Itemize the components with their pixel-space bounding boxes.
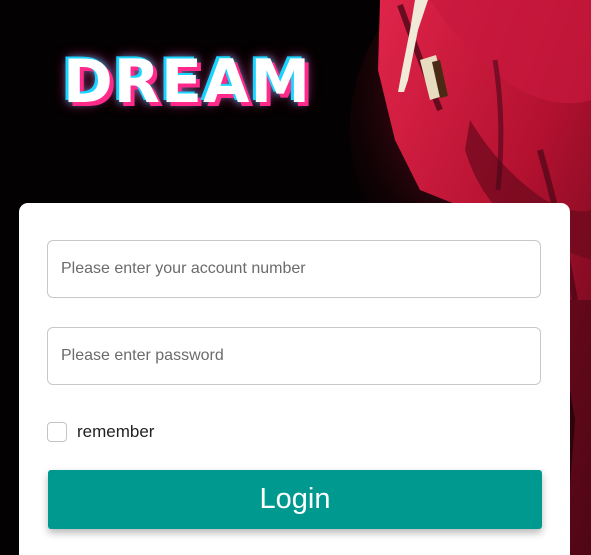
password-input[interactable]: [47, 327, 541, 385]
remember-label: remember: [77, 422, 155, 441]
login-card: remember Login: [19, 203, 570, 555]
remember-row[interactable]: remember: [47, 421, 154, 443]
login-page: DREAM remember Login: [0, 0, 591, 555]
account-input[interactable]: [47, 240, 541, 298]
login-button[interactable]: Login: [48, 470, 542, 529]
dream-logo: DREAM: [63, 47, 312, 117]
remember-checkbox[interactable]: [47, 422, 67, 442]
